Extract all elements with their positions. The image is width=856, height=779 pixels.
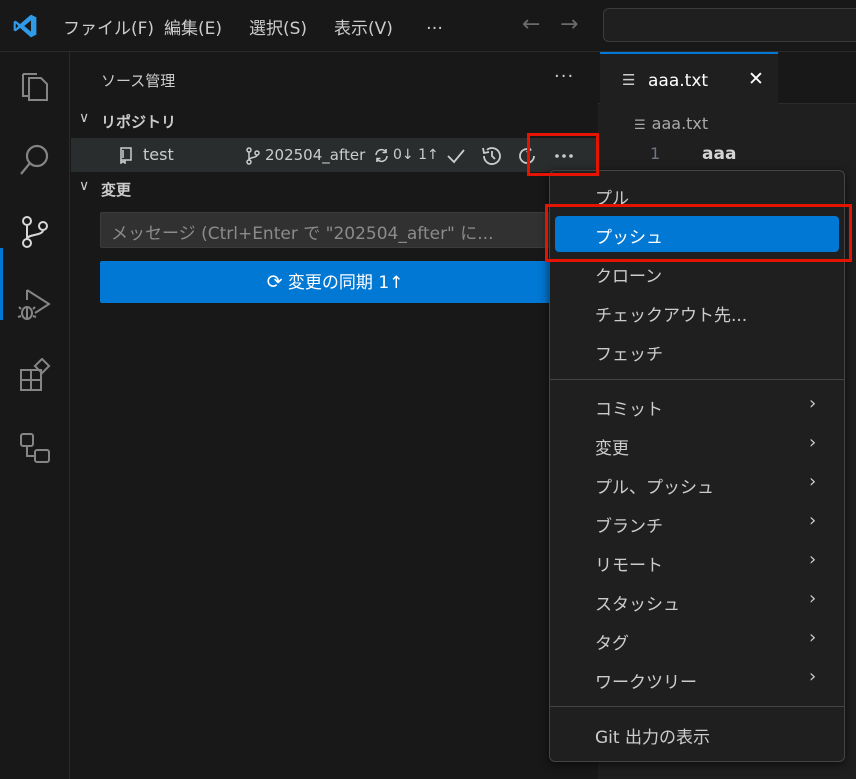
menu-item-changes[interactable]: 変更 ›	[555, 427, 839, 463]
menu-item-fetch[interactable]: フェッチ	[555, 333, 839, 369]
code-line[interactable]: aaa	[702, 144, 736, 164]
chevron-right-icon: ›	[809, 627, 817, 648]
section-label: 変更	[101, 181, 132, 199]
search-icon[interactable]	[17, 142, 53, 178]
back-arrow-icon[interactable]: ←	[522, 12, 540, 37]
close-icon[interactable]: ✕	[748, 68, 764, 90]
menu-item-remote[interactable]: リモート ›	[555, 544, 839, 580]
branch-icon	[246, 147, 260, 165]
chevron-down-icon: ∨	[79, 110, 90, 126]
menu-separator	[550, 706, 844, 707]
highlight-push-item	[545, 204, 852, 262]
chevron-down-icon: ∨	[79, 178, 90, 194]
sync-status[interactable]: 0↓ 1↑	[393, 147, 439, 163]
active-view-indicator	[0, 248, 3, 320]
menu-separator	[550, 379, 844, 380]
command-center[interactable]	[603, 8, 856, 42]
sync-changes-button[interactable]: ⟳ 変更の同期 1↑	[100, 261, 570, 303]
line-number: 1	[650, 144, 661, 163]
menu-item-label: プル、プッシュ	[595, 478, 714, 498]
extensions-icon[interactable]	[17, 358, 53, 394]
breadcrumb[interactable]: ☰ aaa.txt	[634, 114, 708, 133]
menu-item-label: ブランチ	[595, 517, 663, 537]
menu-item-label: Git 出力の表示	[595, 728, 710, 748]
menu-edit[interactable]: 編集(E)	[164, 14, 222, 39]
chevron-right-icon: ›	[809, 549, 817, 570]
history-icon[interactable]	[480, 144, 504, 168]
commit-message-input[interactable]: メッセージ (Ctrl+Enter で "202504_after" に...	[100, 212, 570, 248]
chevron-right-icon: ›	[809, 471, 817, 492]
menu-item-label: スタッシュ	[595, 595, 680, 615]
file-text-icon: ☰	[634, 118, 646, 133]
sync-icon: ⟳	[266, 271, 283, 293]
menu-item-tags[interactable]: タグ ›	[555, 622, 839, 658]
menu-item-stash[interactable]: スタッシュ ›	[555, 583, 839, 619]
menu-item-label: コミット	[595, 400, 663, 420]
section-label: リポジトリ	[101, 113, 177, 131]
menu-file[interactable]: ファイル(F)	[63, 14, 154, 39]
commit-check-icon[interactable]	[445, 145, 467, 167]
forward-arrow-icon[interactable]: →	[560, 12, 578, 37]
chevron-right-icon: ›	[809, 393, 817, 414]
repositories-section-header[interactable]: ∨ リポジトリ	[71, 106, 598, 136]
menu-item-label: チェックアウト先...	[595, 306, 748, 326]
repository-row[interactable]: test 202504_after 0↓ 1↑	[71, 138, 598, 172]
view-title: ソース管理	[101, 72, 176, 90]
editor-tabs: ☰ aaa.txt ✕	[598, 52, 856, 105]
menu-overflow-icon[interactable]: …	[426, 14, 443, 34]
explorer-icon[interactable]	[17, 70, 53, 106]
breadcrumb-file: aaa.txt	[651, 114, 709, 133]
remote-explorer-icon[interactable]	[17, 430, 53, 466]
highlight-more-actions	[527, 133, 599, 176]
menu-item-branch[interactable]: ブランチ ›	[555, 505, 839, 541]
menu-item-worktree[interactable]: ワークツリー ›	[555, 661, 839, 697]
branch-name[interactable]: 202504_after	[265, 146, 365, 164]
editor-tab[interactable]: ☰ aaa.txt ✕	[600, 52, 778, 105]
menu-item-label: クローン	[595, 267, 663, 287]
menu-item-show-git-output[interactable]: Git 出力の表示	[555, 716, 839, 752]
menu-item-pull-push[interactable]: プル、プッシュ ›	[555, 466, 839, 502]
view-more-actions-icon[interactable]: ···	[554, 66, 574, 87]
menu-item-commit[interactable]: コミット ›	[555, 388, 839, 424]
source-control-view: ソース管理 ··· ∨ リポジトリ test 202504_after 0↓ 1…	[71, 52, 598, 779]
menu-item-label: フェッチ	[595, 345, 663, 365]
repo-name: test	[143, 145, 174, 164]
vscode-logo-icon	[13, 14, 37, 38]
sync-icon	[375, 148, 388, 163]
file-text-icon: ☰	[622, 71, 636, 89]
chevron-right-icon: ›	[809, 588, 817, 609]
menu-item-label: 変更	[595, 439, 629, 459]
menu-item-label: ワークツリー	[595, 673, 697, 693]
chevron-right-icon: ›	[809, 432, 817, 453]
sync-button-label: 変更の同期 1↑	[287, 273, 404, 293]
menu-view[interactable]: 表示(V)	[334, 14, 393, 39]
run-debug-icon[interactable]	[17, 286, 53, 322]
chevron-right-icon: ›	[809, 510, 817, 531]
menu-item-label: リモート	[595, 556, 663, 576]
activity-bar	[0, 52, 70, 779]
source-control-icon[interactable]	[17, 214, 53, 250]
chevron-right-icon: ›	[809, 666, 817, 687]
menu-item-label: タグ	[595, 634, 629, 654]
tab-label: aaa.txt	[648, 71, 709, 91]
repo-icon	[120, 147, 132, 164]
menu-selection[interactable]: 選択(S)	[249, 14, 307, 39]
changes-section-header[interactable]: ∨ 変更	[71, 174, 598, 204]
menu-item-checkout[interactable]: チェックアウト先...	[555, 294, 839, 330]
title-bar: ファイル(F) 編集(E) 選択(S) 表示(V) … ← →	[0, 0, 856, 52]
